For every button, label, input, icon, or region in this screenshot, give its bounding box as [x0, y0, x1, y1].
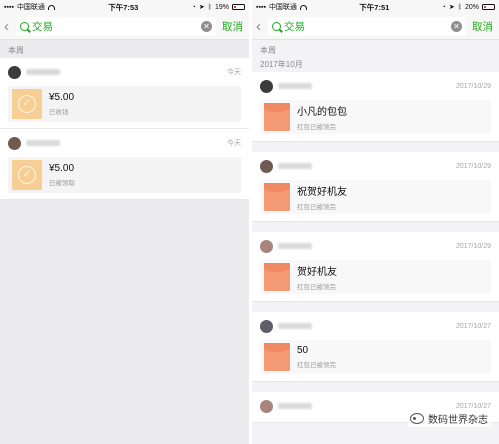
transfer-card[interactable]: ✓ ¥5.00 已收钱 — [8, 86, 241, 122]
right-screen: ▪▪▪▪ 中国联通 下午7:51 ◔ ➤ ᛒ 20% ‹ 交易 ✕ 取消 本周 … — [252, 0, 499, 444]
red-packet-card[interactable]: 祝贺好机友 红包已被领完 — [260, 180, 491, 214]
bluetooth-icon: ᛒ — [207, 3, 212, 11]
location-icon: ➤ — [448, 4, 455, 11]
red-packet-icon — [264, 183, 290, 211]
list-item[interactable]: 2017/10/29 小凡的包包 红包已被领完 — [252, 72, 499, 142]
red-packet-status: 红包已被领完 — [297, 284, 336, 291]
watermark-text: 数码世界杂志 — [428, 415, 488, 426]
item-date: 2017/10/29 — [455, 242, 491, 250]
avatar[interactable] — [260, 159, 273, 173]
avatar[interactable] — [8, 65, 21, 79]
blurred-name — [26, 140, 60, 146]
signal-icon: ▪▪▪▪ — [256, 3, 266, 11]
wifi-icon — [47, 4, 55, 10]
red-packet-icon — [264, 263, 290, 291]
avatar[interactable] — [260, 319, 273, 333]
list-item[interactable]: 今天 ✓ ¥5.00 已被领取 — [0, 129, 249, 200]
item-date: 2017/10/29 — [455, 162, 491, 170]
clock: 下午7:51 — [359, 2, 390, 12]
blurred-name — [278, 163, 312, 169]
red-packet-icon — [264, 103, 290, 131]
red-packet-status: 红包已被领完 — [297, 124, 336, 131]
search-query: 交易 — [284, 21, 305, 33]
back-chevron-icon[interactable]: ‹ — [256, 19, 264, 34]
list-item[interactable]: 2017/10/27 50 红包已被领完 — [252, 312, 499, 382]
red-packet-icon — [264, 343, 290, 371]
battery-icon — [482, 4, 495, 10]
wechat-logo-icon — [410, 413, 424, 424]
section-header: 本周 — [8, 46, 24, 55]
avatar[interactable] — [260, 239, 273, 253]
status-bar: ▪▪▪▪ 中国联通 下午7:51 ◔ ➤ ᛒ 20% — [252, 0, 499, 14]
battery-percent: 20% — [464, 3, 479, 11]
item-date: 2017/10/27 — [455, 402, 491, 410]
transfer-thumbnail: ✓ — [12, 89, 42, 119]
item-date: 今天 — [227, 69, 241, 76]
red-packet-card[interactable]: 小凡的包包 红包已被领完 — [260, 100, 491, 134]
cancel-button[interactable]: 取消 — [470, 19, 495, 34]
avatar[interactable] — [260, 79, 273, 93]
red-packet-status: 红包已被领完 — [297, 362, 336, 369]
blurred-name — [278, 243, 312, 249]
transfer-card[interactable]: ✓ ¥5.00 已被领取 — [8, 157, 241, 193]
alarm-icon: ◔ — [441, 3, 446, 11]
search-icon — [20, 22, 29, 31]
blurred-name — [278, 83, 312, 89]
red-packet-title: 50 — [297, 345, 309, 356]
clock: 下午7:53 — [108, 2, 139, 12]
blurred-name — [26, 69, 60, 75]
battery-percent: 19% — [214, 3, 229, 11]
red-packet-title: 贺好机友 — [297, 267, 337, 278]
red-packet-title: 小凡的包包 — [297, 107, 347, 118]
carrier-label: 中国联通 — [268, 4, 297, 11]
transfer-thumbnail: ✓ — [12, 160, 42, 190]
check-icon: ✓ — [18, 95, 36, 113]
search-query: 交易 — [32, 21, 53, 33]
item-date: 今天 — [227, 140, 241, 147]
signal-icon: ▪▪▪▪ — [4, 3, 14, 11]
search-input[interactable]: 交易 ✕ — [16, 17, 216, 36]
blurred-name — [278, 403, 312, 409]
transfer-amount: ¥5.00 — [49, 92, 75, 103]
watermark: 数码世界杂志 — [407, 410, 491, 427]
search-bar: ‹ 交易 ✕ 取消 — [252, 14, 499, 40]
red-packet-title: 祝贺好机友 — [297, 187, 347, 198]
search-icon — [272, 22, 281, 31]
battery-icon — [232, 4, 245, 10]
location-icon: ➤ — [198, 4, 205, 11]
search-bar: ‹ 交易 ✕ 取消 — [0, 14, 249, 40]
bluetooth-icon: ᛒ — [457, 3, 462, 11]
search-input[interactable]: 交易 ✕ — [268, 17, 466, 36]
carrier-label: 中国联通 — [16, 4, 45, 11]
red-packet-card[interactable]: 贺好机友 红包已被领完 — [260, 260, 491, 294]
avatar[interactable] — [260, 399, 273, 413]
red-packet-status: 红包已被领完 — [297, 204, 336, 211]
list-item[interactable]: 今天 ✓ ¥5.00 已收钱 — [0, 58, 249, 129]
red-packet-card[interactable]: 50 红包已被领完 — [260, 340, 491, 374]
cancel-button[interactable]: 取消 — [220, 19, 245, 34]
section-header: 本周 — [260, 46, 276, 55]
clear-icon[interactable]: ✕ — [201, 21, 212, 32]
avatar[interactable] — [8, 136, 21, 150]
item-date: 2017/10/29 — [455, 82, 491, 90]
transfer-status: 已被领取 — [49, 180, 75, 187]
wifi-icon — [299, 4, 307, 10]
status-bar: ▪▪▪▪ 中国联通 下午7:53 ◔ ➤ ᛒ 19% — [0, 0, 249, 14]
check-icon: ✓ — [18, 166, 36, 184]
list-item[interactable]: 2017/10/29 贺好机友 红包已被领完 — [252, 232, 499, 302]
transfer-status: 已收钱 — [49, 109, 69, 116]
back-chevron-icon[interactable]: ‹ — [4, 19, 12, 34]
blurred-name — [278, 323, 312, 329]
alarm-icon: ◔ — [191, 3, 196, 11]
list-item[interactable]: 2017/10/29 祝贺好机友 红包已被领完 — [252, 152, 499, 222]
item-date: 2017/10/27 — [455, 322, 491, 330]
left-screen: ▪▪▪▪ 中国联通 下午7:53 ◔ ➤ ᛒ 19% ‹ 交易 ✕ 取消 本周 … — [0, 0, 249, 444]
transfer-amount: ¥5.00 — [49, 163, 75, 174]
month-header: 2017年10月 — [260, 60, 303, 69]
clear-icon[interactable]: ✕ — [451, 21, 462, 32]
